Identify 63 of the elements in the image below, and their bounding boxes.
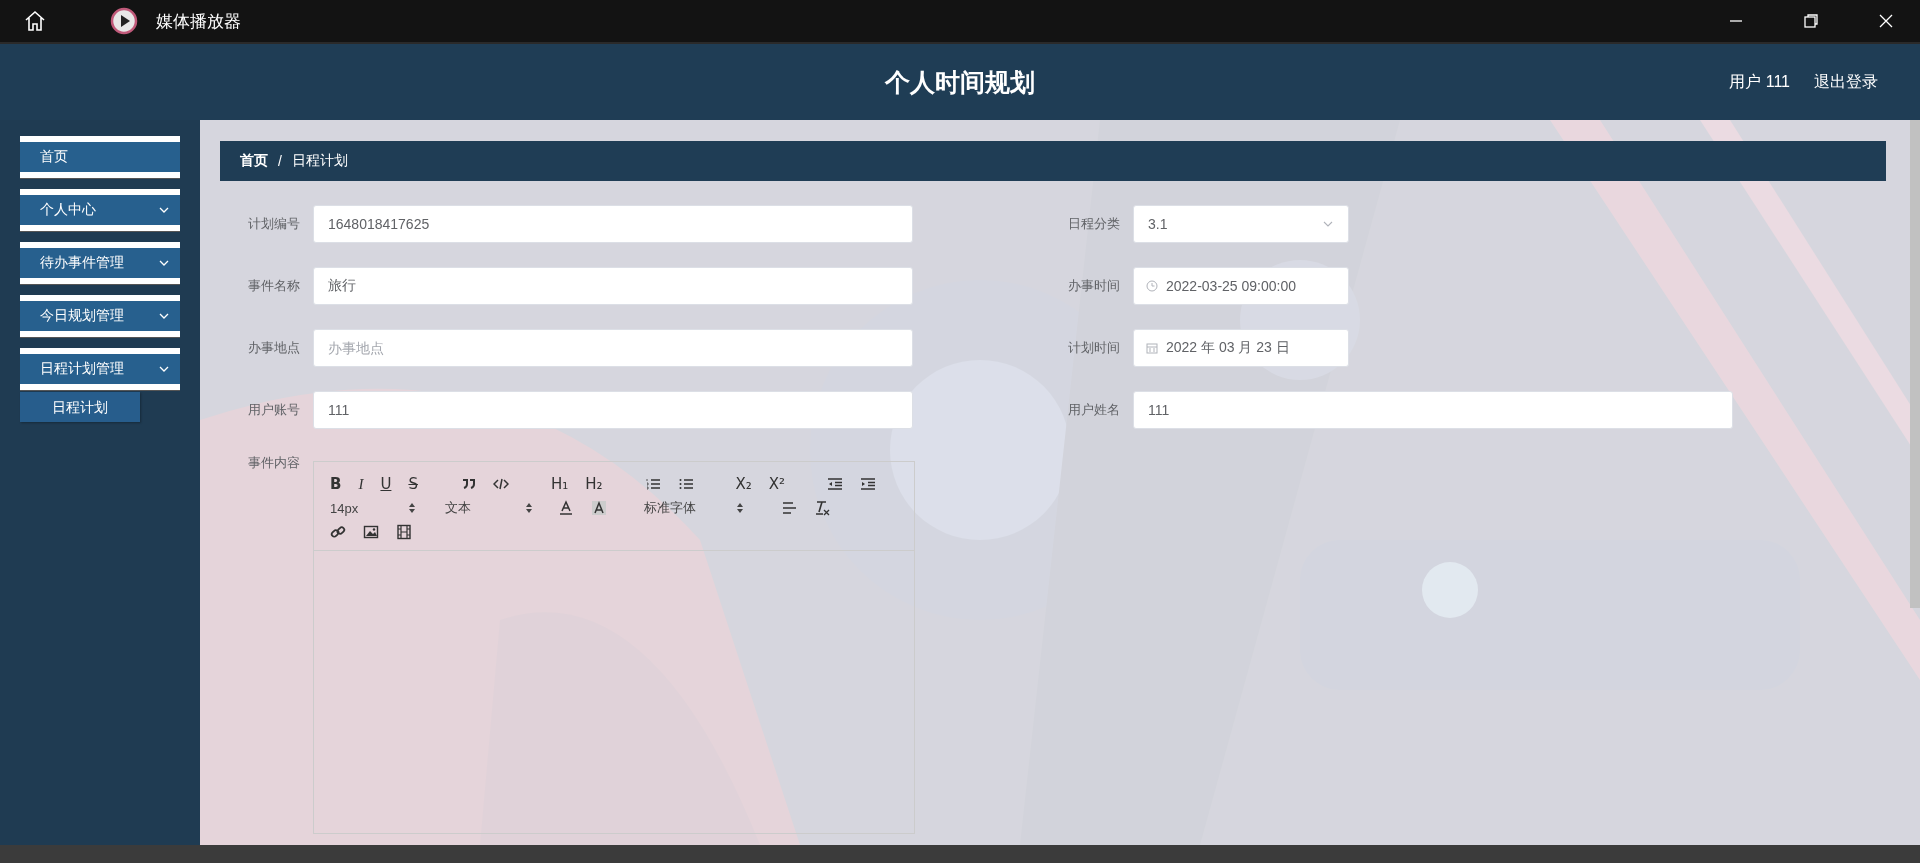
format-button[interactable]: U (380, 475, 392, 493)
clear-format-icon[interactable] (814, 500, 830, 516)
text-field[interactable]: 办事地点 (313, 329, 913, 367)
sort-icon (525, 502, 533, 514)
outdent-icon[interactable] (827, 476, 844, 492)
field-label: 用户账号 (247, 401, 301, 419)
format-button[interactable]: X₂ (735, 475, 752, 493)
restore-icon[interactable] (1803, 13, 1819, 29)
numbered-list-icon[interactable] (644, 476, 661, 492)
format-button[interactable]: X² (768, 475, 786, 493)
field-label: 事件名称 (247, 277, 301, 295)
text-field[interactable]: 111 (1133, 391, 1733, 429)
format-button[interactable]: B (330, 475, 342, 493)
text-color-icon[interactable] (558, 500, 574, 516)
text-field[interactable]: 111 (313, 391, 913, 429)
user-name: 用户 111 (1729, 72, 1790, 92)
sort-icon (408, 502, 416, 514)
play-icon (110, 7, 138, 35)
submenu-item[interactable]: 日程计划 (20, 392, 140, 422)
film-icon[interactable] (396, 524, 412, 540)
menu-item[interactable]: 今日规划管理 (20, 295, 180, 337)
breadcrumb-link[interactable]: 日程计划 (291, 152, 348, 170)
field-label: 用户姓名 (1067, 401, 1121, 419)
breadcrumb-separator: / (278, 153, 282, 169)
text-field[interactable]: 1648018417625 (313, 205, 913, 243)
menu-item[interactable]: 待办事件管理 (20, 242, 180, 284)
logout-link[interactable]: 退出登录 (1814, 72, 1878, 93)
bullet-list-icon[interactable] (677, 476, 694, 492)
scrollbar[interactable] (1910, 120, 1920, 608)
date-field[interactable]: 2022 年 03 月 23 日 (1133, 329, 1349, 367)
field-label: 办事地点 (247, 339, 301, 357)
datetime-field[interactable]: 2022-03-25 09:00:00 (1133, 267, 1349, 305)
format-button[interactable]: H₂ (585, 475, 603, 493)
field-label: 办事时间 (1067, 277, 1121, 295)
format-button[interactable]: H₁ (550, 475, 569, 493)
home-icon[interactable] (23, 9, 47, 33)
close-icon[interactable] (1878, 13, 1894, 29)
clock-icon (1146, 280, 1158, 292)
image-icon[interactable] (363, 524, 379, 540)
format-button[interactable]: S (408, 475, 418, 493)
menu-item[interactable]: 首页 (20, 136, 180, 178)
toolbar-select[interactable]: 文本 (445, 499, 533, 517)
highlight-icon[interactable] (591, 500, 607, 516)
text-field[interactable]: 旅行 (313, 267, 913, 305)
breadcrumb-link[interactable]: 首页 (240, 152, 268, 170)
indent-icon[interactable] (860, 476, 877, 492)
page-title: 个人时间规划 (885, 66, 1035, 98)
menu-item[interactable]: 个人中心 (20, 189, 180, 231)
menu-item[interactable]: 日程计划管理 (20, 348, 180, 390)
field-label: 计划编号 (247, 215, 301, 233)
calendar-icon (1146, 342, 1158, 354)
field-label: 计划时间 (1067, 339, 1121, 357)
align-left-icon[interactable] (781, 500, 797, 516)
toolbar-select[interactable]: 14px (330, 500, 416, 516)
toolbar-select[interactable]: 标准字体 (644, 499, 744, 517)
sort-icon (736, 502, 744, 514)
window-title: 媒体播放器 (156, 10, 241, 33)
select-field[interactable]: 3.1 (1133, 205, 1349, 243)
field-label: 事件内容 (247, 454, 301, 472)
link-icon[interactable] (330, 524, 346, 540)
field-label: 日程分类 (1067, 215, 1121, 233)
code-icon[interactable] (492, 476, 509, 492)
format-button[interactable]: I (358, 475, 364, 493)
